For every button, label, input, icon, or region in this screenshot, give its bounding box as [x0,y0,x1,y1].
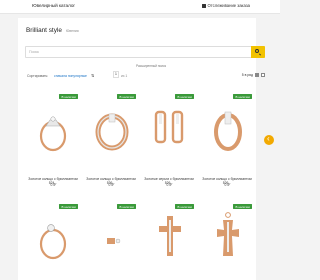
cross-pendant-image [159,216,181,256]
top-bar: Ювелирный каталог Отслеживание заказа [0,0,280,14]
product-card[interactable]: В наличии [25,70,81,260]
grid-view-icon[interactable] [255,73,259,77]
side-panel-toggle[interactable] [264,134,274,145]
earring-stud-image [107,238,121,244]
document-icon [202,3,206,8]
brand-title[interactable]: Ювелирный каталог [32,3,75,8]
search-button[interactable] [251,46,265,58]
search-bar: Поиск [25,46,265,58]
search-input[interactable]: Поиск [29,50,39,54]
order-status-label: Отслеживание заказа [207,3,250,8]
order-status-link[interactable]: Отслеживание заказа [202,3,250,8]
list-view-icon[interactable] [261,73,265,77]
product-price: 0 ₽ [224,183,230,187]
product-card[interactable]: В наличии [199,70,255,256]
catalog-subtitle: Ювелия [65,29,79,33]
catalog-title-row: Brilliant style Ювелия [26,27,79,34]
ring-image [39,224,67,260]
catalog-title: Brilliant style [26,27,62,34]
product-price: 0 ₽ [50,183,56,187]
product-card[interactable]: В наличии [83,70,139,244]
product-price: 0 ₽ [166,183,172,187]
product-card[interactable]: В наличии [141,70,197,256]
extended-search-link[interactable]: Расширенный поиск [136,64,166,68]
product-price: 0 ₽ [108,183,114,187]
cross-pendant-image [217,212,239,256]
search-icon [255,49,260,54]
